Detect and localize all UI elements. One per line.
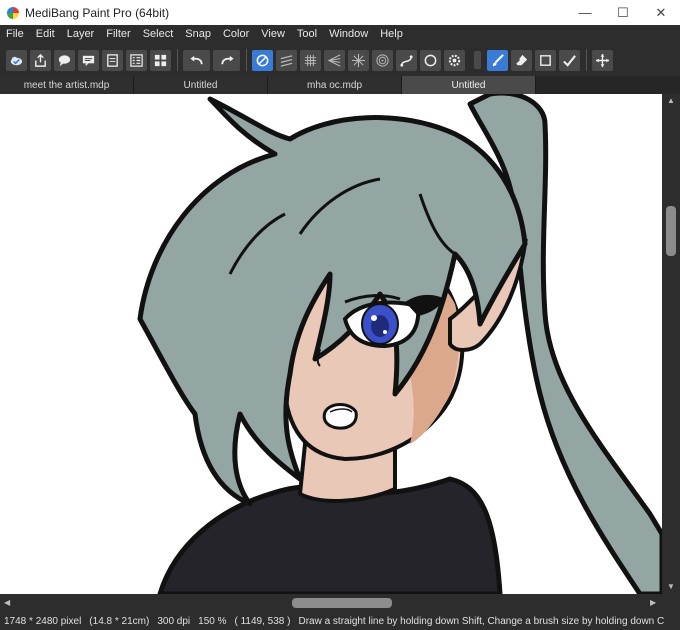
apply-button[interactable] (559, 49, 580, 71)
eraser-icon (515, 54, 528, 65)
comment-button[interactable] (54, 49, 75, 71)
status-bar: 1748 * 2480 pixel (14.8 * 21cm) 300 dpi … (0, 612, 680, 630)
circle-snap-button[interactable] (420, 49, 441, 71)
tab-meet-the-artist[interactable]: meet the artist.mdp (0, 76, 134, 94)
scroll-up-arrow-icon[interactable]: ▲ (667, 96, 675, 105)
zoom-level: 150 % (198, 615, 227, 627)
export-button[interactable] (30, 49, 51, 71)
menu-color[interactable]: Color (217, 25, 255, 44)
grid-snap-button[interactable] (300, 49, 321, 71)
menu-view[interactable]: View (255, 25, 291, 44)
snap-settings-button[interactable] (444, 49, 465, 71)
layer-list-button[interactable] (126, 49, 147, 71)
radial-snap-icon (351, 53, 366, 67)
tab-untitled-active[interactable]: Untitled (402, 76, 536, 94)
canvas-size-px: 1748 * 2480 pixel (4, 615, 82, 627)
vertical-scrollbar[interactable]: ▲ ▼ (662, 94, 680, 594)
undo-icon (189, 55, 203, 64)
rectangle-select-icon (540, 54, 551, 66)
canvas-dpi: 300 dpi (157, 615, 191, 627)
toolbar (0, 44, 680, 76)
export-icon (35, 53, 46, 67)
toolbar-divider (246, 49, 247, 71)
drawing-canvas[interactable] (0, 94, 662, 594)
minimize-button[interactable]: — (566, 0, 604, 25)
page-button[interactable] (102, 49, 123, 71)
menu-file[interactable]: File (0, 25, 30, 44)
close-button[interactable]: ✕ (642, 0, 680, 25)
menu-bar: File Edit Layer Filter Select Snap Color… (0, 25, 680, 44)
page-icon (107, 53, 118, 67)
menu-layer[interactable]: Layer (61, 25, 101, 44)
app-window: MediBang Paint Pro (64bit) — ☐ ✕ File Ed… (0, 0, 680, 630)
grid-panels-icon (154, 54, 167, 66)
curve-snap-icon (400, 54, 413, 67)
scroll-left-arrow-icon[interactable]: ◀ (4, 598, 10, 607)
vertical-scroll-thumb[interactable] (666, 206, 676, 256)
move-tool-button[interactable] (592, 49, 613, 71)
concentric-snap-icon (376, 53, 389, 67)
horizontal-scroll-thumb[interactable] (292, 598, 392, 608)
cloud-save-icon (10, 56, 23, 65)
checkmark-icon (563, 54, 576, 67)
menu-snap[interactable]: Snap (179, 25, 217, 44)
layer-list-icon (130, 53, 143, 67)
grid-snap-icon (304, 54, 317, 66)
app-logo-icon (7, 6, 19, 19)
brush-icon (492, 53, 504, 66)
move-icon (595, 53, 610, 67)
undo-button[interactable] (183, 49, 210, 71)
toolbar-grip[interactable] (474, 51, 481, 69)
radial-snap-button[interactable] (348, 49, 369, 71)
concentric-snap-button[interactable] (372, 49, 393, 71)
eraser-tool-button[interactable] (511, 49, 532, 71)
message-button[interactable] (78, 49, 99, 71)
parallel-snap-button[interactable] (276, 49, 297, 71)
mouth (322, 403, 358, 430)
cloud-save-button[interactable] (6, 49, 27, 71)
message-icon (82, 55, 95, 66)
tab-mha-oc[interactable]: mha oc.mdp (268, 76, 402, 94)
toolbar-divider (177, 49, 178, 71)
perspective-snap-icon (327, 53, 341, 67)
curve-snap-button[interactable] (396, 49, 417, 71)
comment-icon (58, 54, 71, 66)
hint-text: Draw a straight line by holding down Shi… (298, 615, 665, 627)
title-bar: MediBang Paint Pro (64bit) — ☐ ✕ (0, 0, 680, 25)
select-tool-button[interactable] (535, 49, 556, 71)
scroll-right-arrow-icon[interactable]: ▶ (650, 598, 656, 607)
window-controls: — ☐ ✕ (566, 0, 680, 25)
cursor-position: ( 1149, 538 ) (234, 615, 291, 627)
menu-help[interactable]: Help (374, 25, 409, 44)
snap-off-button[interactable] (252, 49, 273, 71)
document-tabs: meet the artist.mdp Untitled mha oc.mdp … (0, 76, 680, 94)
maximize-button[interactable]: ☐ (604, 0, 642, 25)
menu-select[interactable]: Select (137, 25, 180, 44)
canvas-size-cm: (14.8 * 21cm) (89, 615, 150, 627)
redo-icon (220, 55, 234, 64)
window-title: MediBang Paint Pro (64bit) (25, 5, 170, 20)
redo-button[interactable] (213, 49, 240, 71)
tab-untitled-1[interactable]: Untitled (134, 76, 268, 94)
parallel-snap-icon (280, 54, 293, 67)
scroll-down-arrow-icon[interactable]: ▼ (667, 582, 675, 591)
brush-tool-button[interactable] (487, 49, 508, 71)
menu-window[interactable]: Window (323, 25, 374, 44)
toolbar-divider (586, 49, 587, 71)
horizontal-scrollbar[interactable]: ◀ ▶ (0, 594, 662, 612)
menu-edit[interactable]: Edit (30, 25, 61, 44)
perspective-snap-button[interactable] (324, 49, 345, 71)
panel-layout-button[interactable] (150, 49, 171, 71)
circle-snap-icon (424, 54, 437, 66)
menu-tool[interactable]: Tool (291, 25, 323, 44)
snap-off-icon (256, 54, 269, 66)
snap-settings-icon (448, 54, 461, 66)
artwork-illustration (137, 94, 662, 594)
menu-filter[interactable]: Filter (100, 25, 136, 44)
